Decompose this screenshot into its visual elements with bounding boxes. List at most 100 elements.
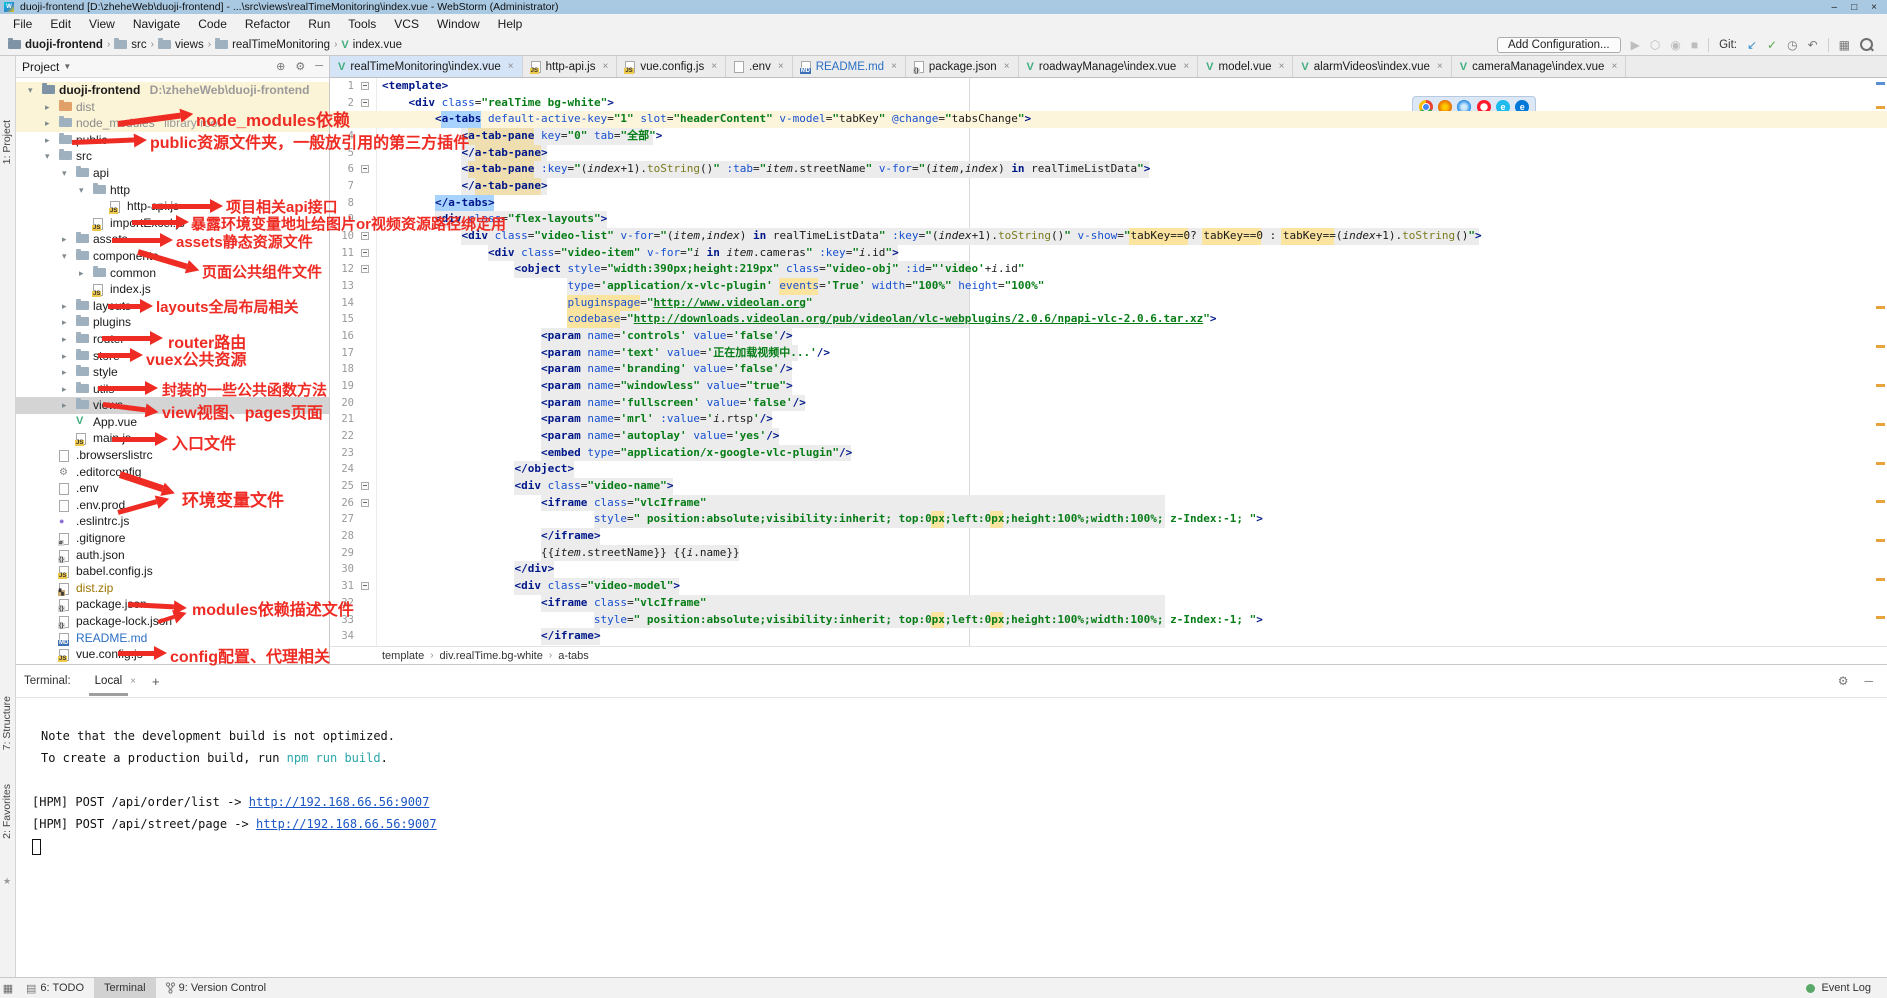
statusbar-todo[interactable]: ▤ 6: TODO	[16, 978, 94, 998]
fold-icon[interactable]	[361, 499, 369, 507]
tree-item-dist-zip[interactable]: ▚dist.zip	[16, 580, 329, 597]
menu-refactor[interactable]: Refactor	[236, 17, 299, 31]
project-panel-title[interactable]: Project	[22, 60, 59, 74]
tree-item-babel-config-js[interactable]: JSbabel.config.js	[16, 563, 329, 580]
tab-vue-config-js[interactable]: JSvue.config.js×	[617, 56, 726, 77]
menu-file[interactable]: File	[4, 17, 41, 31]
terminal-text-link[interactable]: http://192.168.66.56:9007	[249, 795, 430, 809]
run-icon[interactable]: ▶	[1631, 38, 1640, 52]
stripe-favorites-label[interactable]: 2: Favorites	[1, 784, 13, 839]
fold-icon[interactable]	[361, 482, 369, 490]
breadcrumb-item-views[interactable]: views	[158, 39, 204, 51]
chevron-collapsed-icon[interactable]: ▸	[79, 268, 84, 279]
favorites-star-icon[interactable]: ★	[3, 876, 11, 887]
new-terminal-icon[interactable]: +	[152, 674, 160, 689]
hide-panel-icon[interactable]: ─	[1864, 674, 1873, 688]
menu-edit[interactable]: Edit	[41, 17, 80, 31]
menu-help[interactable]: Help	[489, 17, 532, 31]
rollback-icon[interactable]: ↶	[1808, 38, 1818, 52]
tab-package-json[interactable]: {}package.json×	[906, 56, 1019, 77]
chevron-collapsed-icon[interactable]: ▸	[62, 384, 67, 395]
chevron-collapsed-icon[interactable]: ▸	[62, 301, 67, 312]
tab-cameraManage-index-vue[interactable]: VcameraManage\index.vue×	[1452, 56, 1627, 77]
fold-icon[interactable]	[361, 165, 369, 173]
search-icon[interactable]	[1860, 38, 1873, 51]
chevron-expanded-icon[interactable]: ▾	[62, 251, 67, 262]
tab-close-icon[interactable]: ×	[602, 61, 608, 72]
statusbar-version-control[interactable]: 9: Version Control	[156, 978, 276, 998]
breadcrumb-item-index-vue[interactable]: Vindex.vue	[341, 39, 402, 51]
git-update-icon[interactable]: ↙	[1747, 38, 1757, 52]
breadcrumb-item-duoji-frontend[interactable]: duoji-frontend	[8, 39, 103, 51]
minimize-button[interactable]: –	[1832, 2, 1838, 13]
gear-icon[interactable]: ⚙	[1838, 674, 1849, 688]
breadcrumb-item-realTimeMonitoring[interactable]: realTimeMonitoring	[215, 39, 330, 51]
maximize-button[interactable]: □	[1851, 2, 1857, 13]
menu-navigate[interactable]: Navigate	[124, 17, 189, 31]
chevron-collapsed-icon[interactable]: ▸	[62, 351, 67, 362]
chevron-expanded-icon[interactable]: ▾	[45, 151, 50, 162]
chevron-collapsed-icon[interactable]: ▸	[45, 102, 50, 113]
chevron-collapsed-icon[interactable]: ▸	[45, 118, 50, 129]
menu-code[interactable]: Code	[189, 17, 236, 31]
chevron-collapsed-icon[interactable]: ▸	[62, 400, 67, 411]
tab-close-icon[interactable]: ×	[1004, 61, 1010, 72]
tab-http-api-js[interactable]: JShttp-api.js×	[523, 56, 618, 77]
tab--env[interactable]: .env×	[726, 56, 793, 77]
close-icon[interactable]: ×	[130, 676, 136, 687]
chevron-collapsed-icon[interactable]: ▸	[62, 317, 67, 328]
tree-item--editorconfig[interactable]: ⚙.editorconfig	[16, 464, 329, 481]
tab-alarmVideos-index-vue[interactable]: ValarmVideos\index.vue×	[1293, 56, 1451, 77]
chevron-collapsed-icon[interactable]: ▸	[62, 334, 67, 345]
fold-icon[interactable]	[361, 265, 369, 273]
tab-close-icon[interactable]: ×	[891, 61, 897, 72]
chevron-expanded-icon[interactable]: ▾	[28, 85, 33, 96]
editor-breadcrumb-1[interactable]: div.realTime.bg-white	[440, 650, 543, 662]
fold-icon[interactable]	[361, 582, 369, 590]
locate-icon[interactable]: ⊕	[276, 60, 285, 73]
git-commit-icon[interactable]: ✓	[1767, 38, 1777, 52]
menu-vcs[interactable]: VCS	[385, 17, 428, 31]
statusbar-terminal[interactable]: Terminal	[94, 978, 156, 998]
tab-realTimeMonitoring-index-vue[interactable]: VrealTimeMonitoring\index.vue×	[330, 56, 523, 77]
tab-close-icon[interactable]: ×	[1279, 61, 1285, 72]
menu-tools[interactable]: Tools	[339, 17, 385, 31]
chevron-expanded-icon[interactable]: ▾	[79, 185, 84, 196]
chevron-collapsed-icon[interactable]: ▸	[45, 135, 50, 146]
tab-close-icon[interactable]: ×	[778, 61, 784, 72]
run-anything-icon[interactable]: ▦	[1839, 38, 1850, 52]
terminal-tab-local[interactable]: Local	[93, 675, 125, 687]
stripe-structure-label[interactable]: 7: Structure	[1, 696, 13, 750]
tab-close-icon[interactable]: ×	[1183, 61, 1189, 72]
debug-icon[interactable]: ⬡	[1650, 38, 1660, 52]
tab-model-vue[interactable]: Vmodel.vue×	[1198, 56, 1293, 77]
menu-window[interactable]: Window	[428, 17, 489, 31]
editor-breadcrumb-2[interactable]: a-tabs	[558, 650, 589, 662]
chevron-collapsed-icon[interactable]: ▸	[62, 367, 67, 378]
tab-roadwayManage-index-vue[interactable]: VroadwayManage\index.vue×	[1019, 56, 1199, 77]
tree-item-api[interactable]: ▾api	[16, 165, 329, 182]
coverage-icon[interactable]: ◉	[1670, 38, 1680, 52]
tool-windows-icon[interactable]: ▦	[0, 982, 16, 995]
tab-close-icon[interactable]: ×	[1611, 61, 1617, 72]
chevron-expanded-icon[interactable]: ▾	[62, 168, 67, 179]
code-editor[interactable]: 1<template>2 <div class="realTime bg-whi…	[330, 78, 1887, 646]
breadcrumb-item-src[interactable]: src	[114, 39, 146, 51]
history-icon[interactable]: ◷	[1787, 38, 1797, 52]
event-log-label[interactable]: Event Log	[1821, 982, 1871, 994]
add-configuration-button[interactable]: Add Configuration...	[1497, 37, 1621, 53]
tree-item--gitignore[interactable]: ⌀.gitignore	[16, 530, 329, 547]
chevron-collapsed-icon[interactable]: ▸	[62, 234, 67, 245]
fold-icon[interactable]	[361, 99, 369, 107]
fold-icon[interactable]	[361, 249, 369, 257]
menu-run[interactable]: Run	[299, 17, 339, 31]
menu-view[interactable]: View	[80, 17, 124, 31]
tree-item--eslintrc-js[interactable]: ●.eslintrc.js	[16, 513, 329, 530]
close-button[interactable]: ×	[1871, 2, 1877, 13]
gear-icon[interactable]: ⚙	[295, 60, 305, 73]
chevron-down-icon[interactable]: ▼	[63, 62, 71, 71]
hide-panel-icon[interactable]: ─	[315, 60, 323, 73]
stripe-project-label[interactable]: 1: Project	[1, 120, 13, 164]
tab-close-icon[interactable]: ×	[1437, 61, 1443, 72]
tab-README-md[interactable]: MDREADME.md×	[793, 56, 906, 77]
